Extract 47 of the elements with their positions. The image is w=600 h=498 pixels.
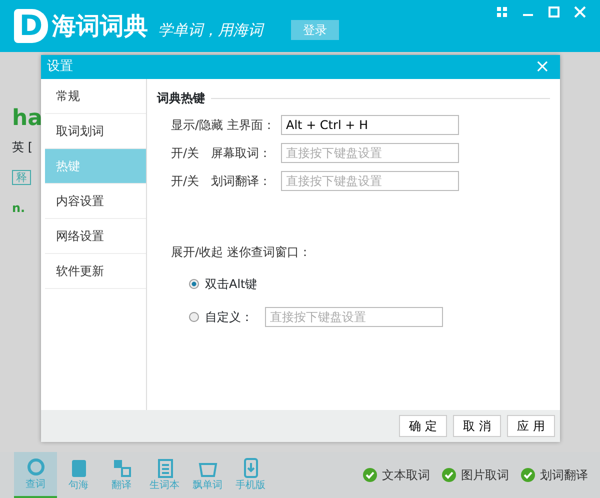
app-name: 海词词典 (52, 11, 148, 42)
phonetic-text: 英 [ (12, 139, 32, 156)
dialog-title: 设置 (47, 58, 73, 76)
toggle-label: 划词翻译 (540, 467, 588, 484)
toolbar-icon (112, 458, 132, 478)
hotkey-field[interactable]: Alt + Ctrl + H (281, 115, 459, 135)
check-icon[interactable] (521, 468, 535, 482)
sidebar-item[interactable]: 网络设置 (45, 219, 146, 254)
sidebar-item[interactable]: 内容设置 (45, 184, 146, 219)
check-icon[interactable] (442, 468, 456, 482)
hotkey-label: 开/关 划词翻译： (171, 173, 272, 190)
hotkey-field[interactable]: 直接按下键盘设置 (265, 307, 443, 327)
toolbar-icon (26, 456, 46, 476)
toolbar-button[interactable]: 翻译 (100, 452, 143, 498)
app-slogan: 学单词，用海词 (158, 20, 263, 41)
definition-tab[interactable]: 释 (12, 170, 31, 185)
sidebar-item[interactable]: 常规 (45, 79, 146, 114)
logo-icon: D (14, 9, 48, 43)
maximize-icon[interactable] (548, 6, 560, 18)
close-icon[interactable] (574, 6, 586, 18)
sidebar-item[interactable]: 软件更新 (45, 254, 146, 289)
toggle-label: 图片取词 (461, 467, 509, 484)
check-icon[interactable] (363, 468, 377, 482)
toolbar-button[interactable]: 查词 (14, 452, 57, 498)
sidebar-item[interactable]: 热键 (45, 149, 146, 184)
radio-button[interactable] (189, 279, 199, 289)
toolbar-button[interactable]: 句海 (57, 452, 100, 498)
option-label: 自定义： (205, 309, 253, 326)
toggle-label: 文本取词 (382, 467, 430, 484)
hotkey-label: 开/关 屏幕取词： (171, 145, 272, 162)
toolbar-button[interactable]: 手机版 (229, 452, 272, 498)
login-button[interactable]: 登录 (291, 20, 339, 40)
close-button[interactable]: × (530, 58, 554, 76)
hotkey-field[interactable]: 直接按下键盘设置 (281, 171, 459, 191)
radio-button[interactable] (189, 312, 199, 322)
hotkey-field[interactable]: 直接按下键盘设置 (281, 143, 459, 163)
section-title: 词典热键 (157, 90, 205, 107)
dialog-button[interactable]: 应 用 (507, 415, 555, 437)
headword: ha (12, 105, 43, 133)
mini-window-label: 展开/收起 迷你查词窗口： (170, 244, 312, 261)
toolbar-button[interactable]: 飘单词 (186, 452, 229, 498)
toolbar-button[interactable]: 生词本 (143, 452, 186, 498)
dialog-button[interactable]: 取 消 (453, 415, 501, 437)
part-of-speech: n. (12, 200, 26, 216)
option-label: 双击Alt键 (205, 276, 258, 293)
dialog-button[interactable]: 确 定 (399, 415, 447, 437)
hotkey-label: 显示/隐藏 主界面： (171, 117, 276, 134)
